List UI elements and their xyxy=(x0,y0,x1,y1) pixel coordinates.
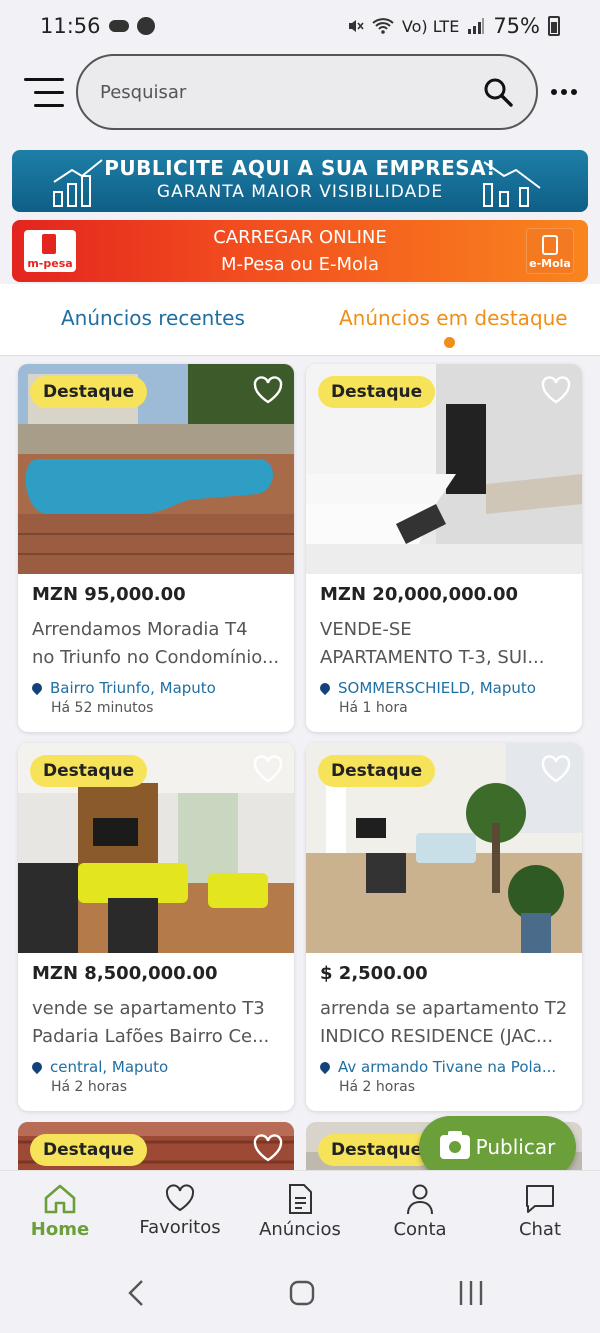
featured-badge: Destaque xyxy=(318,755,436,787)
chat-icon xyxy=(526,1185,554,1213)
listing-card[interactable]: Destaque $ 2,500.00 arrenda se apartamen… xyxy=(306,743,582,1111)
favorite-heart-icon[interactable] xyxy=(252,753,284,785)
listing-tabs: Anúncios recentes Anúncios em destaque xyxy=(0,284,600,356)
emola-logo: e-Mola xyxy=(526,228,574,274)
listing-location: Av armando Tivane na Pola... xyxy=(320,1058,574,1076)
active-tab-indicator xyxy=(444,337,455,348)
listing-location: Bairro Triunfo, Maputo xyxy=(32,679,286,697)
featured-badge: Destaque xyxy=(30,1134,148,1166)
status-bar: 11:56 Vo) LTE 75% xyxy=(0,0,600,52)
bottom-navigation: Home Favoritos Anúncios Conta Chat xyxy=(0,1170,600,1250)
listing-title: Arrendamos Moradia T4 no Triunfo no Cond… xyxy=(32,619,280,668)
app-notification-icon xyxy=(136,17,155,35)
camera-icon xyxy=(439,1131,470,1159)
listing-price: MZN 8,500,000.00 xyxy=(32,963,218,984)
back-icon[interactable] xyxy=(124,1278,148,1308)
search-input[interactable] xyxy=(100,74,460,110)
location-pin-icon xyxy=(32,680,45,696)
nav-item-listings[interactable]: Anúncios xyxy=(245,1183,355,1240)
advertise-banner[interactable]: PUBLICITE AQUI A SUA EMPRESA! GARANTA MA… xyxy=(12,150,588,212)
featured-badge: Destaque xyxy=(318,376,436,408)
search-icon[interactable] xyxy=(482,76,514,108)
nav-item-favorites[interactable]: Favoritos xyxy=(125,1183,235,1238)
listing-location: SOMMERSCHIELD, Maputo xyxy=(320,679,574,697)
nav-item-chat[interactable]: Chat xyxy=(485,1183,595,1240)
listing-title: arrenda se apartamento T2 INDICO RESIDEN… xyxy=(320,998,568,1047)
favorite-heart-icon[interactable] xyxy=(252,1132,284,1164)
listing-time: Há 2 horas xyxy=(51,1079,127,1095)
featured-badge: Destaque xyxy=(318,1134,436,1166)
nav-item-account[interactable]: Conta xyxy=(365,1183,475,1240)
tab-featured[interactable]: Anúncios em destaque xyxy=(339,306,568,330)
location-pin-icon xyxy=(32,1059,45,1075)
location-pin-icon xyxy=(320,1059,333,1075)
recent-apps-icon[interactable] xyxy=(456,1278,486,1308)
status-time: 11:56 xyxy=(40,14,101,38)
nav-item-home[interactable]: Home xyxy=(5,1183,115,1240)
network-type: Vo) LTE xyxy=(401,16,460,36)
mute-icon xyxy=(348,20,364,32)
listing-card[interactable]: Destaque MZN 8,500,000.00 vende se apart… xyxy=(18,743,294,1111)
topup-banner-subtitle: M-Pesa ou E-Mola xyxy=(220,254,380,275)
location-pin-icon xyxy=(320,680,333,696)
featured-badge: Destaque xyxy=(30,755,148,787)
document-icon xyxy=(289,1184,312,1214)
battery-icon xyxy=(548,16,560,36)
listing-price: MZN 20,000,000.00 xyxy=(320,584,519,605)
topup-banner-title: CARREGAR ONLINE xyxy=(213,227,387,248)
listing-card[interactable]: Destaque MZN 95,000.00 Arrendamos Moradi… xyxy=(18,364,294,732)
publish-button[interactable]: Publicar xyxy=(419,1116,576,1178)
tab-recent[interactable]: Anúncios recentes xyxy=(61,306,245,330)
user-icon xyxy=(407,1184,433,1215)
listing-time: Há 2 horas xyxy=(339,1079,415,1095)
menu-icon[interactable] xyxy=(24,78,64,108)
heart-icon xyxy=(165,1184,195,1212)
home-icon xyxy=(44,1184,76,1214)
battery-percent: 75% xyxy=(493,14,540,38)
chart-decoration-icon xyxy=(483,161,541,207)
topup-banner[interactable]: m-pesa CARREGAR ONLINE M-Pesa ou E-Mola … xyxy=(12,220,588,282)
listing-card[interactable]: Destaque MZN 20,000,000.00 VENDE-SE APAR… xyxy=(306,364,582,732)
favorite-heart-icon[interactable] xyxy=(540,753,572,785)
wifi-icon xyxy=(372,18,394,34)
listing-price: $ 2,500.00 xyxy=(320,963,428,984)
listing-title: VENDE-SE APARTAMENTO T-3, SUI... xyxy=(320,619,545,668)
featured-badge: Destaque xyxy=(30,376,148,408)
app-header xyxy=(0,52,600,132)
system-navigation-bar xyxy=(0,1250,600,1333)
listing-title: vende se apartamento T3 Padaria Lafões B… xyxy=(32,998,270,1047)
search-bar[interactable] xyxy=(76,54,538,130)
more-options-icon[interactable] xyxy=(550,82,578,102)
cloud-icon xyxy=(108,20,129,32)
favorite-heart-icon[interactable] xyxy=(252,374,284,406)
home-circle-icon[interactable] xyxy=(288,1278,316,1308)
listing-price: MZN 95,000.00 xyxy=(32,584,186,605)
listing-time: Há 1 hora xyxy=(339,700,408,716)
favorite-heart-icon[interactable] xyxy=(540,374,572,406)
signal-icon xyxy=(468,18,485,34)
listing-time: Há 52 minutos xyxy=(51,700,154,716)
publish-button-label: Publicar xyxy=(475,1135,556,1159)
listing-location: central, Maputo xyxy=(32,1058,286,1076)
